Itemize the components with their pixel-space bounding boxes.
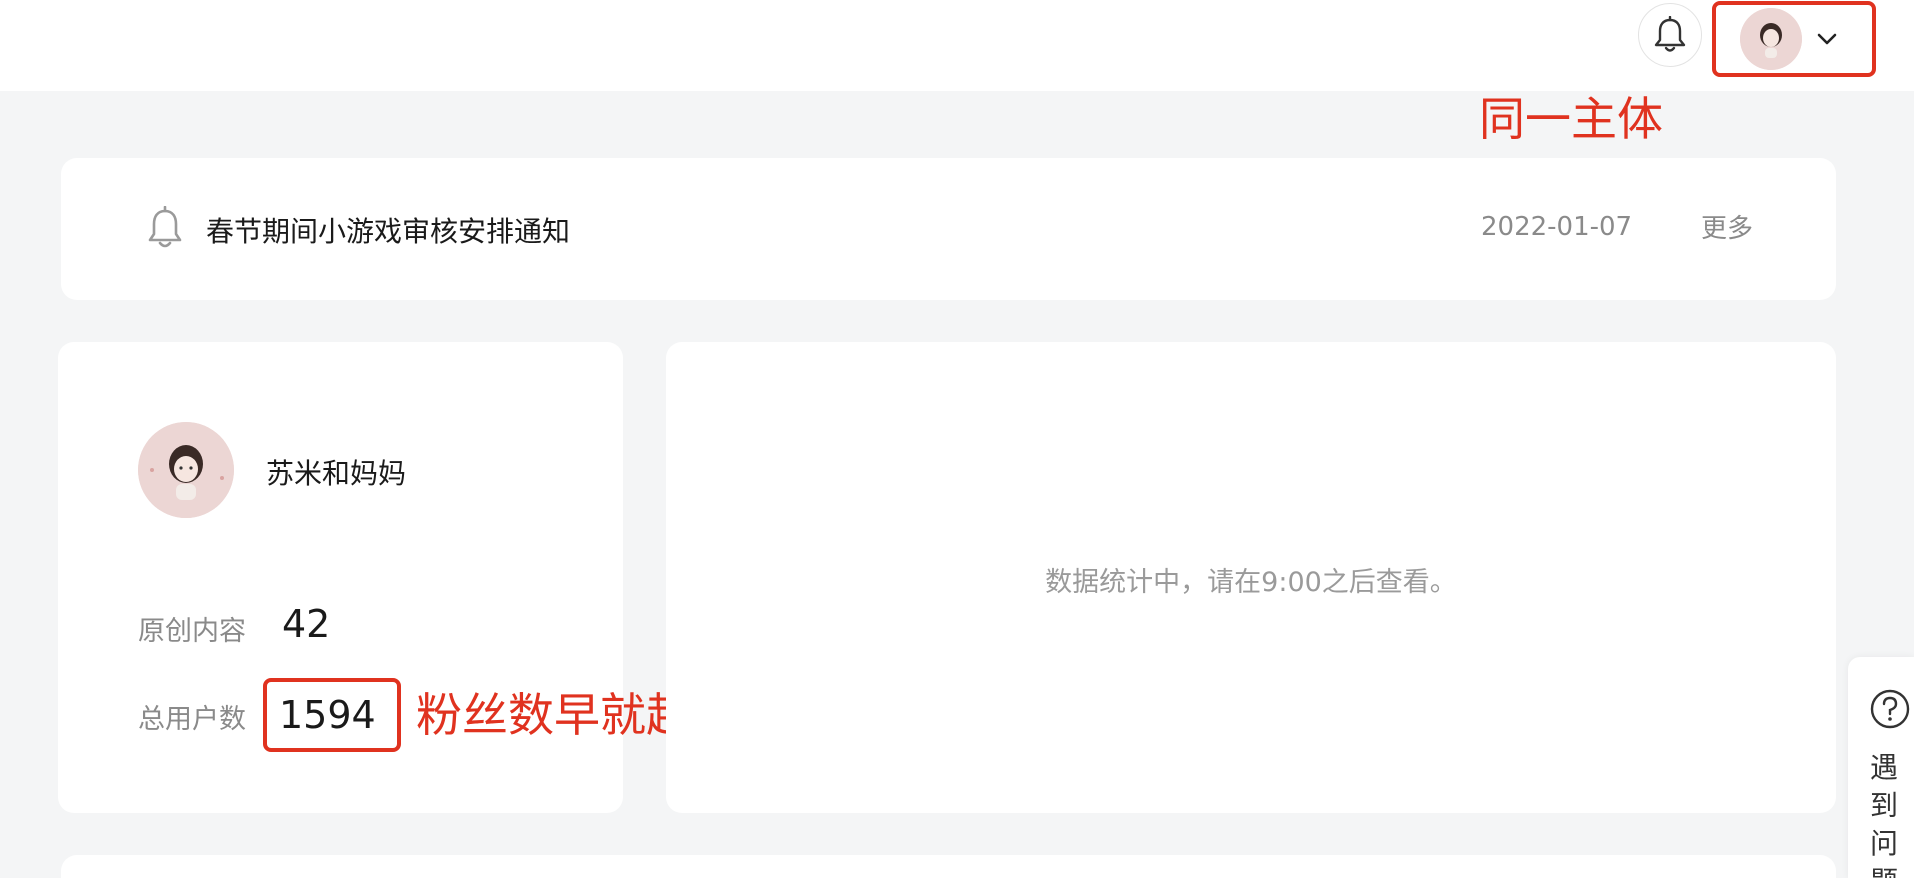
stats-pending-message: 数据统计中，请在9:00之后查看。: [1045, 567, 1457, 598]
help-widget[interactable]: 遇到问题: [1848, 657, 1914, 878]
question-circle-icon: [1870, 689, 1910, 733]
total-users-value: 1594: [279, 693, 376, 737]
total-users-highlight: 1594: [263, 678, 401, 752]
top-bar: [0, 0, 1914, 91]
notice-card: 春节期间小游戏审核安排通知 2022-01-07 更多: [61, 158, 1836, 300]
annotation-same-entity: 同一主体: [1479, 92, 1663, 146]
total-users-label: 总用户数: [138, 704, 246, 735]
help-label: 遇到问题: [1870, 751, 1899, 878]
chevron-down-icon[interactable]: [1816, 32, 1838, 46]
bell-icon: [1654, 16, 1686, 52]
stats-card: 数据统计中，请在9:00之后查看。: [666, 342, 1836, 813]
avatar: [1740, 8, 1802, 70]
original-content-label: 原创内容: [138, 616, 246, 647]
notice-date: 2022-01-07: [1481, 212, 1633, 242]
profile-name: 苏米和妈妈: [266, 457, 407, 490]
bottom-card: [61, 855, 1836, 878]
avatar: [138, 422, 234, 518]
profile-card: 苏米和妈妈 原创内容 42 总用户数 1594: [58, 342, 623, 813]
more-link[interactable]: 更多: [1701, 208, 1753, 245]
account-menu[interactable]: [1712, 1, 1876, 77]
bell-icon: [145, 205, 185, 254]
notice-title-link[interactable]: 春节期间小游戏审核安排通知: [206, 210, 570, 250]
notification-button[interactable]: [1638, 3, 1702, 67]
original-content-value: 42: [282, 602, 331, 646]
